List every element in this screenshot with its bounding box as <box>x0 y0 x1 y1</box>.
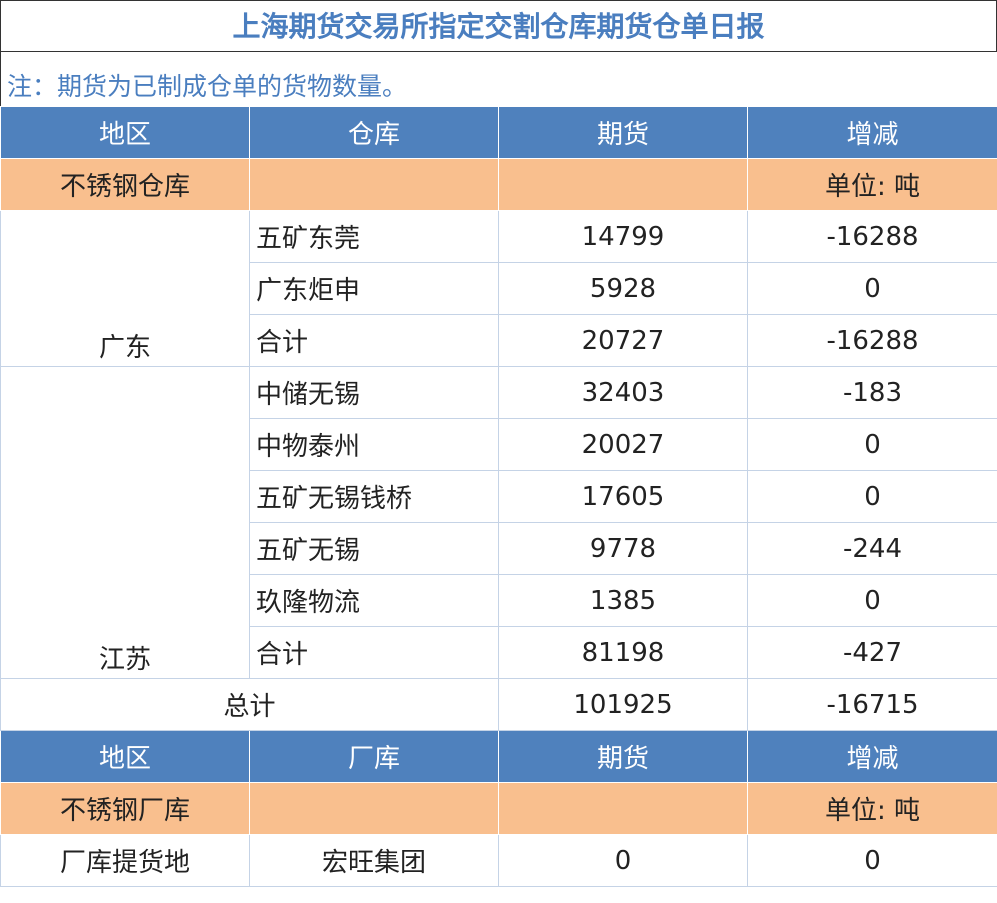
category-row-factory: 不锈钢厂库 单位: 吨 <box>0 782 997 835</box>
warehouse-name: 合计 <box>249 314 499 367</box>
futures-value: 14799 <box>498 210 748 263</box>
futures-value: 1385 <box>498 574 748 627</box>
change-value: -16288 <box>747 314 997 367</box>
unit-label: 单位: 吨 <box>747 782 997 835</box>
header-row: 地区 仓库 期货 增减 <box>0 106 997 159</box>
futures-value: 20727 <box>498 314 748 367</box>
warehouse-name: 玖隆物流 <box>249 574 499 627</box>
change-value: 0 <box>747 574 997 627</box>
warehouse-name: 五矿无锡钱桥 <box>249 470 499 523</box>
report-note: 注：期货为已制成仓单的货物数量。 <box>0 52 997 106</box>
warehouse-name: 合计 <box>249 626 499 679</box>
grand-total-change: -16715 <box>747 678 997 731</box>
region-cell: 广东 <box>0 210 250 367</box>
change-value: 0 <box>747 834 997 887</box>
warehouse-name: 五矿无锡 <box>249 522 499 575</box>
factory-name: 宏旺集团 <box>249 834 499 887</box>
region-cell: 厂库提货地 <box>0 834 250 887</box>
change-value: -244 <box>747 522 997 575</box>
futures-value: 9778 <box>498 522 748 575</box>
grand-total-label: 总计 <box>0 678 499 731</box>
warehouse-name: 中储无锡 <box>249 366 499 419</box>
header-warehouse: 仓库 <box>249 106 499 159</box>
warehouse-table: 地区 仓库 期货 增减 不锈钢仓库 单位: 吨 广东 五矿东莞 14799 -1… <box>0 106 997 887</box>
futures-value: 0 <box>498 834 748 887</box>
change-value: -183 <box>747 366 997 419</box>
futures-value: 32403 <box>498 366 748 419</box>
header-row-factory: 地区 厂库 期货 增减 <box>0 730 997 783</box>
change-value: 0 <box>747 262 997 315</box>
warehouse-name: 中物泰州 <box>249 418 499 471</box>
header-change: 增减 <box>747 730 997 783</box>
header-futures: 期货 <box>498 106 748 159</box>
futures-value: 81198 <box>498 626 748 679</box>
grand-total-row: 总计 101925 -16715 <box>0 678 997 731</box>
region-cell: 江苏 <box>0 366 250 679</box>
header-factory: 厂库 <box>249 730 499 783</box>
grand-total-futures: 101925 <box>498 678 748 731</box>
unit-label: 单位: 吨 <box>747 158 997 211</box>
category-name: 不锈钢仓库 <box>0 158 250 211</box>
warehouse-name: 广东炬申 <box>249 262 499 315</box>
category-name: 不锈钢厂库 <box>0 782 250 835</box>
warehouse-name: 五矿东莞 <box>249 210 499 263</box>
header-region: 地区 <box>0 106 250 159</box>
category-row: 不锈钢仓库 单位: 吨 <box>0 158 997 211</box>
change-value: -16288 <box>747 210 997 263</box>
header-change: 增减 <box>747 106 997 159</box>
report-title: 上海期货交易所指定交割仓库期货仓单日报 <box>0 0 997 52</box>
futures-value: 20027 <box>498 418 748 471</box>
change-value: -427 <box>747 626 997 679</box>
header-region: 地区 <box>0 730 250 783</box>
futures-value: 5928 <box>498 262 748 315</box>
futures-value: 17605 <box>498 470 748 523</box>
header-futures: 期货 <box>498 730 748 783</box>
change-value: 0 <box>747 470 997 523</box>
change-value: 0 <box>747 418 997 471</box>
table-row: 厂库提货地 宏旺集团 0 0 <box>0 834 997 887</box>
table-row: 江苏 中储无锡 32403 -183 <box>0 366 997 679</box>
table-row: 广东 五矿东莞 14799 -16288 <box>0 210 997 367</box>
